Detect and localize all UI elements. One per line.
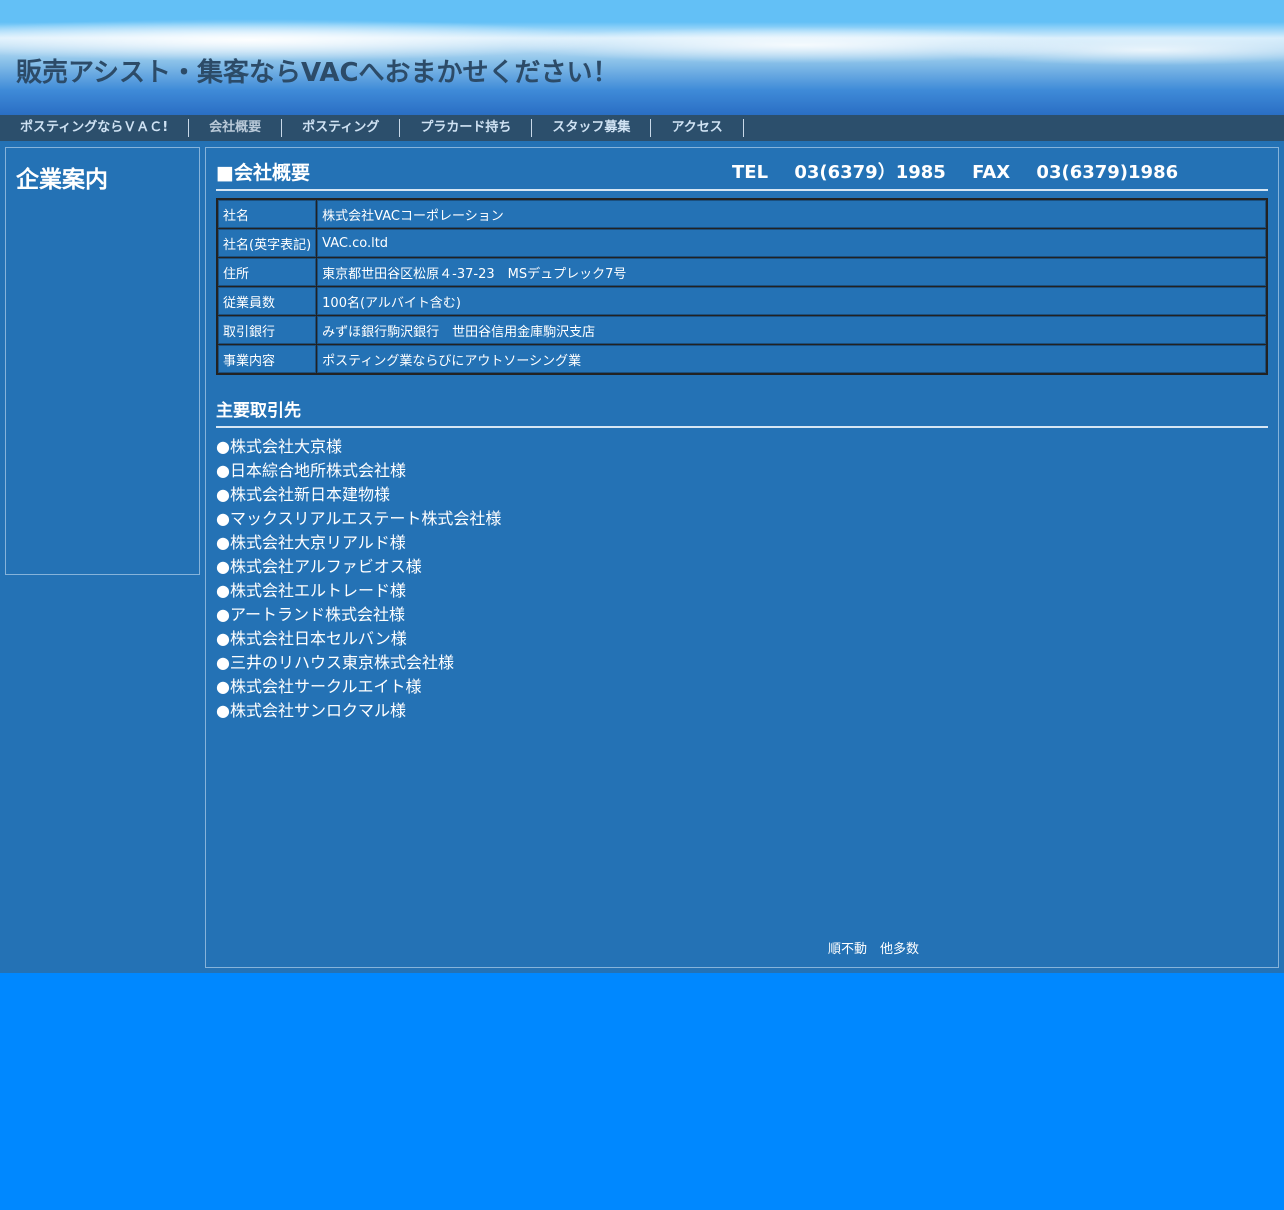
row-label: 住所 bbox=[218, 258, 317, 286]
list-item: ●株式会社サークルエイト様 bbox=[216, 677, 422, 696]
sidebar: 企業案内 bbox=[5, 147, 200, 575]
nav-item-placard[interactable]: プラカード持ち bbox=[400, 119, 533, 137]
tel-label: TEL bbox=[732, 162, 769, 183]
row-value: ポスティング業ならびにアウトソーシング業 bbox=[317, 345, 1266, 373]
clients-heading: 主要取引先 bbox=[216, 396, 1268, 428]
list-item: ●株式会社新日本建物様 bbox=[216, 485, 390, 504]
list-item: ●株式会社大京様 bbox=[216, 437, 342, 456]
row-label: 社名(英字表記) bbox=[218, 229, 317, 257]
row-label: 事業内容 bbox=[218, 345, 317, 373]
list-item: ●株式会社エルトレード様 bbox=[216, 581, 406, 600]
table-row: 取引銀行 みずほ銀行駒沢銀行 世田谷信用金庫駒沢支店 bbox=[218, 316, 1266, 344]
fax-label: FAX bbox=[972, 162, 1011, 183]
table-row: 住所 東京都世田谷区松原４-37-23 MSデュプレック7号 bbox=[218, 258, 1266, 286]
nav-item-home[interactable]: ポスティングならＶＡＣ! bbox=[0, 119, 190, 137]
clients-title: 主要取引先 bbox=[216, 401, 301, 421]
list-item: ●アートランド株式会社様 bbox=[216, 605, 406, 624]
main-nav: ポスティングならＶＡＣ! 会社概要 ポスティング プラカード持ち スタッフ募集 … bbox=[0, 115, 1284, 141]
company-info-table: 社名 株式会社VACコーポレーション 社名(英字表記) VAC.co.ltd 住… bbox=[216, 198, 1268, 375]
site-title[interactable]: 販売アシスト・集客ならVACへおまかせください！ bbox=[16, 52, 619, 89]
sidebar-title: 企業案内 bbox=[16, 167, 108, 193]
footer-note: 順不動 他多数 bbox=[828, 942, 920, 957]
list-item: ●マックスリアルエステート株式会社様 bbox=[216, 509, 502, 528]
list-item: ●株式会社日本セルバン様 bbox=[216, 629, 407, 648]
row-value: 100名(アルバイト含む) bbox=[317, 287, 1266, 315]
list-item: ●株式会社大京リアルド様 bbox=[216, 533, 406, 552]
nav-item-recruit[interactable]: スタッフ募集 bbox=[532, 119, 652, 137]
row-value: VAC.co.ltd bbox=[317, 229, 1266, 257]
table-row: 社名 株式会社VACコーポレーション bbox=[218, 200, 1266, 228]
nav-item-company[interactable]: 会社概要 bbox=[189, 119, 283, 137]
section-title: ■会社概要 bbox=[216, 162, 310, 184]
fax-number: 03(6379)1986 bbox=[1036, 162, 1179, 183]
list-item: ●株式会社サンロクマル様 bbox=[216, 701, 406, 720]
nav-item-posting[interactable]: ポスティング bbox=[282, 119, 401, 137]
row-value: 東京都世田谷区松原４-37-23 MSデュプレック7号 bbox=[317, 258, 1266, 286]
contact-info: TEL 03(6379）1985 FAX 03(6379)1986 bbox=[732, 158, 1198, 184]
row-value: 株式会社VACコーポレーション bbox=[317, 200, 1266, 228]
row-label: 社名 bbox=[218, 200, 317, 228]
row-value: みずほ銀行駒沢銀行 世田谷信用金庫駒沢支店 bbox=[317, 316, 1266, 344]
section-heading: ■会社概要 TEL 03(6379）1985 FAX 03(6379)1986 bbox=[216, 158, 1268, 191]
main-content: ■会社概要 TEL 03(6379）1985 FAX 03(6379)1986 … bbox=[205, 147, 1279, 968]
row-label: 取引銀行 bbox=[218, 316, 317, 344]
list-item: ●日本綜合地所株式会社様 bbox=[216, 461, 406, 480]
page-wrapper: 販売アシスト・集客ならVACへおまかせください！ ポスティングならＶＡＣ! 会社… bbox=[0, 0, 1284, 973]
row-label: 従業員数 bbox=[218, 287, 317, 315]
client-list: ●株式会社大京様 ●日本綜合地所株式会社様 ●株式会社新日本建物様 ●マックスリ… bbox=[216, 435, 501, 723]
table-row: 事業内容 ポスティング業ならびにアウトソーシング業 bbox=[218, 345, 1266, 373]
table-row: 社名(英字表記) VAC.co.ltd bbox=[218, 229, 1266, 257]
list-item: ●株式会社アルファビオス様 bbox=[216, 557, 422, 576]
table-row: 従業員数 100名(アルバイト含む) bbox=[218, 287, 1266, 315]
tel-number: 03(6379）1985 bbox=[794, 162, 946, 183]
list-item: ●三井のリハウス東京株式会社様 bbox=[216, 653, 454, 672]
site-header: 販売アシスト・集客ならVACへおまかせください！ bbox=[0, 0, 1284, 115]
nav-item-access[interactable]: アクセス bbox=[651, 119, 744, 137]
